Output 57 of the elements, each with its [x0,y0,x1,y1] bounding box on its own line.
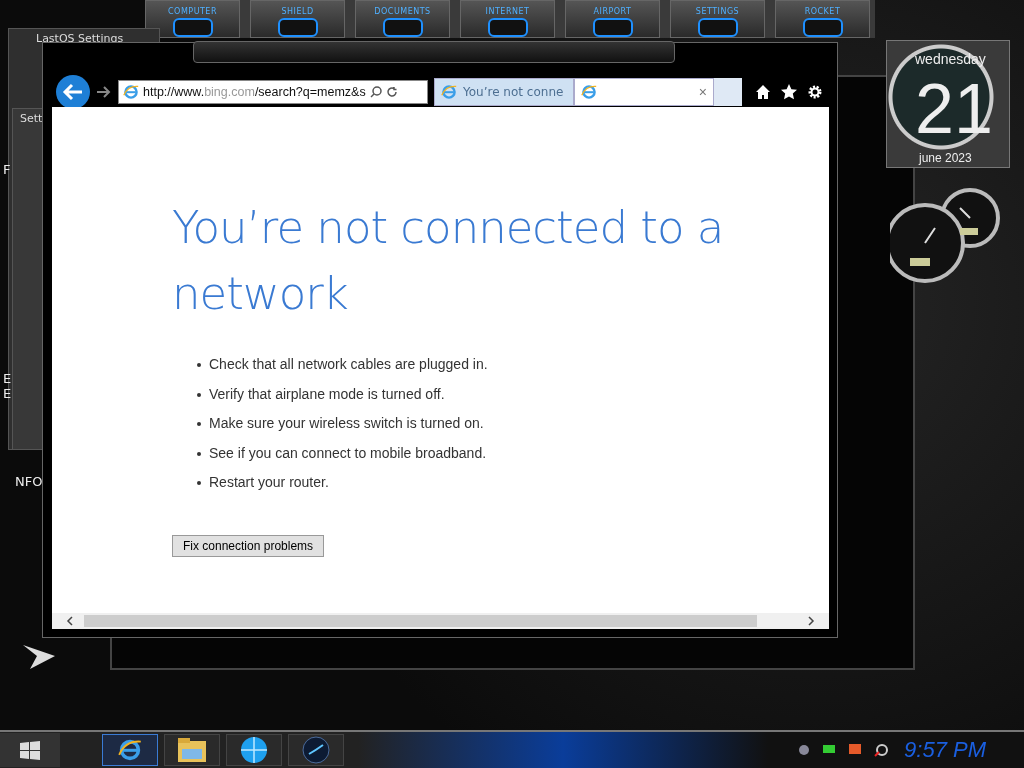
horizontal-scrollbar[interactable] [52,613,829,629]
dock-item[interactable]: COMPUTER [145,0,240,38]
windows-logo-icon [19,740,41,760]
star-icon[interactable] [781,84,797,100]
dock-item[interactable]: INTERNET [460,0,555,38]
taskbar-app[interactable] [226,734,282,766]
clock-time: 9:57 PM [904,737,986,763]
forward-button[interactable] [96,85,112,99]
folder-icon [177,737,207,763]
browser-tab[interactable]: × [574,78,714,106]
bullet-icon [197,451,201,456]
desktop-icon-label: F [3,162,11,177]
error-heading: You’re not connected to a network [172,200,725,322]
tip-text: See if you can connect to mobile broadband. [209,443,487,463]
clock-day: 21 [915,69,993,149]
bullet-icon [197,422,201,426]
clock-month-year: june 2023 [919,151,972,165]
dock-item[interactable]: ROCKET [775,0,870,38]
tip-text: Make sure your wireless switch is turned on. [209,414,484,433]
bullet-icon [197,481,201,485]
tip-text: Check that all network cables are plugged in. [209,355,488,374]
refresh-icon[interactable] [385,86,398,98]
fix-connection-button[interactable]: Fix connection problems [172,535,325,557]
close-tab-button[interactable]: × [698,84,707,100]
dock-item[interactable]: SETTINGS [670,0,765,38]
browser-e-icon [118,738,142,762]
dock-item[interactable]: AIRPORT [565,0,660,38]
tip-text: Restart your router. [209,473,329,492]
settings-icon[interactable] [807,84,823,100]
desktop-icon-label: E [3,386,12,401]
dock-item[interactable]: DOCUMENTS [355,0,450,38]
orb-icon [302,736,330,764]
arrow-right-icon [96,85,112,99]
tip-text: Verify that airplane mode is turned off. [209,384,445,404]
window-title: Sett [20,112,43,125]
start-button[interactable] [0,733,60,767]
browser-e-icon [441,84,457,100]
scroll-right-icon[interactable] [807,616,815,626]
window-title: LastOS Settings [36,32,124,45]
bullet-icon [197,363,201,367]
desktop-icon-label: E [3,371,12,386]
address-bar[interactable]: http://www.bing.com/search?q=memz&s [118,80,428,104]
browser-tab[interactable]: You’re not conne [434,78,574,106]
desktop-icon-label: NFO [15,474,43,489]
globe-icon [240,736,268,764]
back-button[interactable] [56,75,90,109]
taskbar-app[interactable] [164,734,220,766]
bullet-icon [197,392,201,397]
scroll-left-icon[interactable] [66,616,74,626]
dock-item[interactable]: SHIELD [250,0,345,38]
arrow-left-icon [62,83,84,101]
logo-icon [22,644,56,670]
home-icon[interactable] [755,84,771,100]
search-icon[interactable] [369,86,382,98]
browser-e-icon [123,84,139,100]
taskbar-app[interactable] [102,734,158,766]
browser-e-icon [581,84,597,100]
